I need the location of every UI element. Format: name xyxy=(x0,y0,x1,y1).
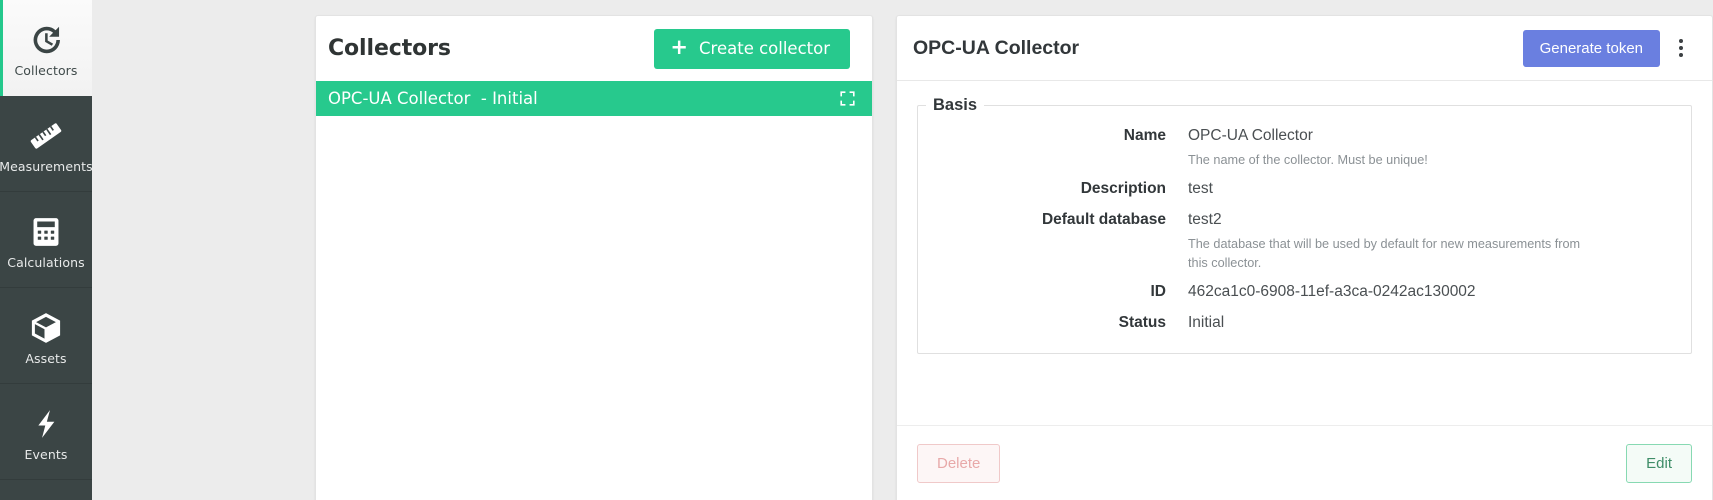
field-label: ID xyxy=(1150,282,1167,300)
app-root: Collectors Measurements Calculations Ass… xyxy=(0,0,1713,500)
lightning-bolt-icon xyxy=(29,402,63,446)
field-value-wrap: Initial xyxy=(1188,313,1691,334)
field-value-wrap: test2 The database that will be used by … xyxy=(1188,210,1691,272)
sidebar-item-label: Calculations xyxy=(7,254,85,270)
sidebar-item-label: Assets xyxy=(25,350,67,366)
main-sidebar: Collectors Measurements Calculations Ass… xyxy=(0,0,93,500)
cube-box-icon xyxy=(28,306,64,350)
field-help-text: The database that will be used by defaul… xyxy=(1188,237,1581,270)
field-row-status: Status Initial xyxy=(918,308,1691,339)
status-badge: Initial xyxy=(1188,313,1225,331)
list-item[interactable]: OPC-UA Collector - Initial xyxy=(316,81,872,116)
field-help-text: The name of the collector. Must be uniqu… xyxy=(1188,152,1428,167)
field-label: Default database xyxy=(1041,211,1166,229)
plus-icon: + xyxy=(670,35,689,59)
field-value-wrap: 462ca1c0-6908-11ef-a3ca-0242ac130002 xyxy=(1188,282,1691,303)
field-value: test2 xyxy=(1188,211,1222,229)
edit-button[interactable]: Edit xyxy=(1626,444,1692,483)
field-value-wrap: test xyxy=(1188,179,1691,200)
kebab-dot xyxy=(1679,39,1683,43)
history-clock-icon xyxy=(28,18,64,62)
detail-title: OPC-UA Collector xyxy=(913,36,1080,59)
collectors-list: OPC-UA Collector - Initial xyxy=(316,81,872,116)
sidebar-item-events[interactable]: Events xyxy=(0,384,92,480)
field-label: Name xyxy=(1123,127,1166,144)
sidebar-item-label: Events xyxy=(24,446,68,462)
sidebar-item-collectors[interactable]: Collectors xyxy=(0,0,92,96)
field-label: Description xyxy=(1080,180,1166,198)
expand-fullscreen-icon[interactable] xyxy=(839,90,856,107)
field-value-wrap: OPC-UA Collector The name of the collect… xyxy=(1188,126,1691,169)
field-row-name: Name OPC-UA Collector The name of the co… xyxy=(918,121,1691,174)
page-title: Collectors xyxy=(328,36,451,61)
detail-panel-header: OPC-UA Collector Generate token xyxy=(897,16,1712,81)
kebab-dot xyxy=(1679,53,1683,57)
field-row-id: ID 462ca1c0-6908-11ef-a3ca-0242ac130002 xyxy=(918,277,1691,308)
field-value: test xyxy=(1188,180,1213,198)
basis-fieldset: Basis Name OPC-UA Collector The name of … xyxy=(917,96,1692,354)
layout-gap-left xyxy=(92,0,315,500)
sidebar-item-assets[interactable]: Assets xyxy=(0,288,92,384)
collectors-panel-header: Collectors + Create collector xyxy=(316,16,872,81)
sidebar-item-label: Measurements xyxy=(0,158,93,174)
sidebar-item-label: Collectors xyxy=(14,63,78,79)
basis-legend: Basis xyxy=(933,96,978,114)
more-vertical-icon[interactable] xyxy=(1666,31,1696,65)
field-row-description: Description test xyxy=(918,174,1691,205)
detail-panel-body: Basis Name OPC-UA Collector The name of … xyxy=(897,81,1712,425)
sidebar-item-measurements[interactable]: Measurements xyxy=(0,96,93,192)
collector-detail-panel: OPC-UA Collector Generate token Basis Na… xyxy=(896,15,1713,500)
create-collector-label: Create collector xyxy=(699,39,830,58)
field-value: 462ca1c0-6908-11ef-a3ca-0242ac130002 xyxy=(1188,282,1476,300)
create-collector-button[interactable]: + Create collector xyxy=(654,28,850,69)
collectors-panel: Collectors + Create collector OPC-UA Col… xyxy=(315,15,873,500)
sidebar-item-calculations[interactable]: Calculations xyxy=(0,192,92,288)
field-label: Status xyxy=(1118,313,1166,331)
calculator-icon xyxy=(29,210,63,254)
delete-button[interactable]: Delete xyxy=(917,444,1001,483)
generate-token-button[interactable]: Generate token xyxy=(1522,29,1660,67)
field-row-default-database: Default database test2 The database that… xyxy=(918,205,1691,277)
detail-panel-footer: Delete Edit xyxy=(897,425,1712,500)
layout-gap-mid xyxy=(873,0,896,500)
kebab-dot xyxy=(1679,46,1683,50)
field-value: OPC-UA Collector xyxy=(1188,127,1313,144)
detail-header-actions: Generate token xyxy=(1522,29,1696,67)
collector-row-label: OPC-UA Collector - Initial xyxy=(328,89,538,108)
ruler-icon xyxy=(28,114,64,158)
